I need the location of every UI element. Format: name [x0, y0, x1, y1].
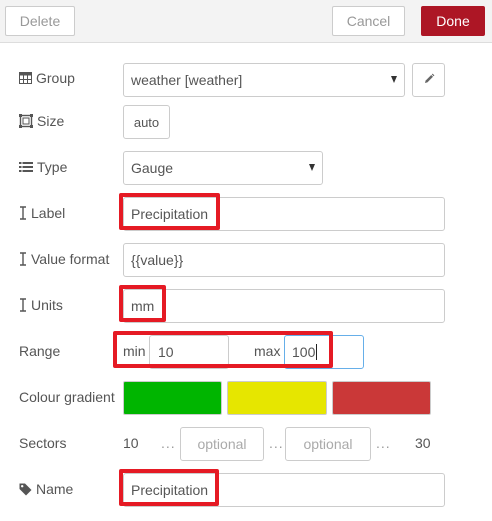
range-max-label: max	[254, 343, 281, 359]
group-select-value: weather [weather]	[131, 72, 243, 88]
size-label: Size	[37, 113, 65, 129]
range-max-input[interactable]: 100	[284, 335, 364, 369]
label-input[interactable]: Precipitation	[123, 197, 445, 231]
group-row-label: Group	[19, 68, 75, 88]
text-cursor-icon	[19, 206, 27, 220]
value-format-input[interactable]: {{value}}	[123, 243, 445, 277]
range-min-label: min	[123, 343, 146, 359]
size-row-label: Size	[19, 111, 64, 131]
list-icon	[19, 161, 33, 173]
sectors-label: Sectors	[19, 435, 67, 451]
gradient-color-1-picker[interactable]	[123, 381, 222, 415]
value-format-label: Value format	[31, 251, 110, 267]
dialog-toolbar: Delete Cancel Done	[0, 0, 492, 43]
text-cursor-icon	[19, 252, 27, 266]
text-cursor-icon	[19, 298, 27, 312]
done-button[interactable]: Done	[421, 6, 485, 36]
colour-gradient-label: Colour gradient	[19, 389, 115, 405]
delete-button[interactable]: Delete	[5, 6, 75, 36]
range-row-label: Range	[19, 341, 60, 361]
name-input[interactable]: Precipitation	[123, 473, 445, 507]
sector-1-input[interactable]: optional	[180, 427, 264, 461]
label-row-label: Label	[19, 203, 65, 223]
range-label: Range	[19, 343, 61, 359]
range-min-input[interactable]: 10	[149, 335, 229, 369]
type-label: Type	[37, 159, 68, 175]
colour-gradient-row-label: Colour gradient	[19, 387, 115, 407]
tag-icon	[19, 483, 32, 496]
resize-icon	[19, 114, 33, 128]
chevron-down-icon	[309, 164, 315, 171]
units-input[interactable]: mm	[123, 289, 445, 323]
edit-group-button[interactable]	[412, 63, 445, 97]
value-format-row-label: Value format	[19, 249, 109, 269]
range-max-value: 100	[292, 344, 316, 360]
sectors-end-value: 30	[415, 435, 431, 451]
group-label: Group	[36, 70, 75, 86]
sectors-dots-2: ...	[269, 435, 284, 451]
type-row-label: Type	[19, 157, 67, 177]
sectors-dots-1: ...	[161, 435, 176, 451]
cancel-button[interactable]: Cancel	[332, 6, 405, 36]
gradient-color-2-picker[interactable]	[227, 381, 327, 415]
label-label: Label	[31, 205, 66, 221]
sectors-dots-3: ...	[376, 435, 391, 451]
name-label: Name	[36, 481, 74, 497]
type-select[interactable]: Gauge	[123, 151, 323, 185]
gradient-color-3-picker[interactable]	[332, 381, 431, 415]
pencil-icon	[423, 72, 435, 88]
units-row-label: Units	[19, 295, 63, 315]
sectors-row-label: Sectors	[19, 433, 66, 453]
type-select-value: Gauge	[131, 160, 174, 176]
name-row-label: Name	[19, 479, 73, 499]
sectors-start-value: 10	[123, 435, 139, 451]
sector-2-input[interactable]: optional	[285, 427, 371, 461]
text-caret	[316, 344, 318, 360]
chevron-down-icon	[391, 76, 397, 83]
units-label: Units	[31, 297, 63, 313]
table-icon	[19, 72, 32, 84]
size-button[interactable]: auto	[123, 105, 170, 139]
group-select[interactable]: weather [weather]	[123, 63, 405, 97]
